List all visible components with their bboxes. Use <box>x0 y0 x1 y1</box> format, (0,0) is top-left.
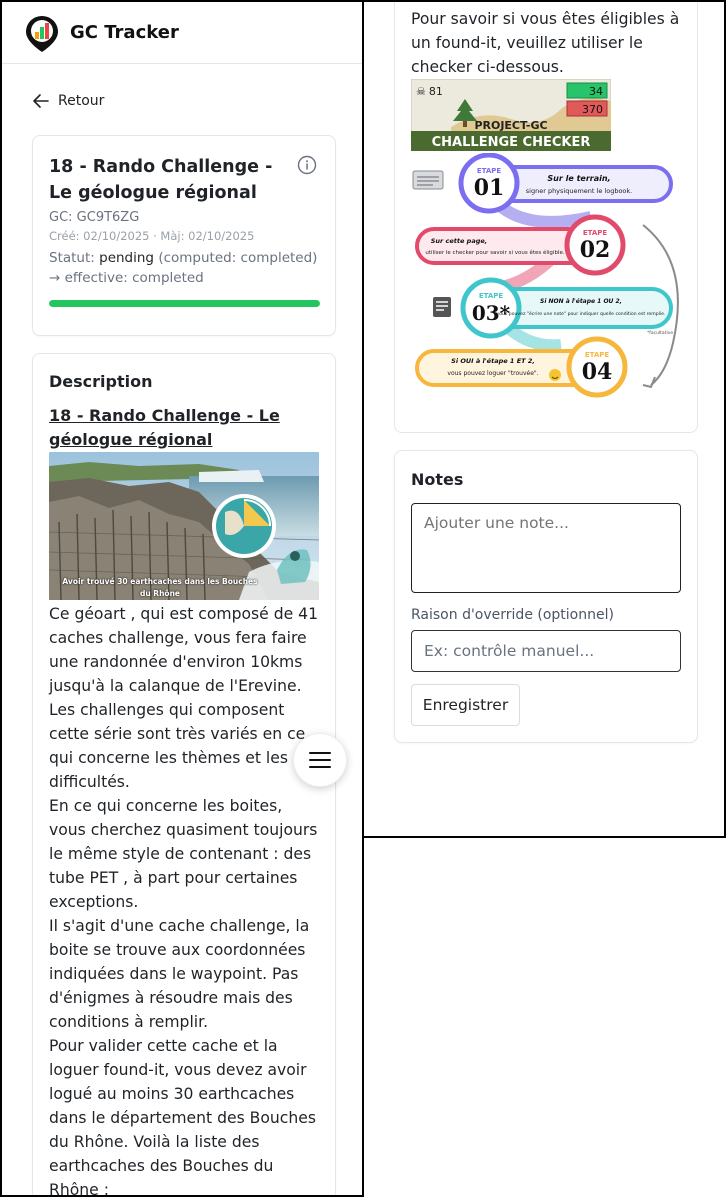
cache-title: 18 - Rando Challenge - Le géologue régio… <box>49 157 273 203</box>
step-2-tag: ETAPE <box>583 229 608 237</box>
description-heading: Description <box>49 372 153 391</box>
banner-count-left-value: 81 <box>429 85 443 98</box>
save-button[interactable]: Enregistrer <box>411 684 520 726</box>
arrow-left-icon <box>33 94 49 108</box>
description-paragraph: Pour valider cette cache et la loguer fo… <box>49 1037 316 1197</box>
step-4-num: 04 <box>582 359 613 385</box>
checker-intro: Pour savoir si vous êtes éligibles à un … <box>411 10 680 76</box>
description-paragraph: Ce géoart , qui est composé de 41 caches… <box>49 605 318 791</box>
step-1-num: 01 <box>474 175 505 201</box>
notes-heading: Notes <box>411 470 464 489</box>
step-2-text: utiliser le checker pour savoir si vous … <box>425 249 564 256</box>
hamburger-menu-icon <box>309 752 331 768</box>
step-2-num: 02 <box>580 237 611 263</box>
banner-count-left: ☠ 81 <box>416 85 443 98</box>
challenge-checker-banner[interactable]: ☠ 81 34 370 PROJECT-GC CHALLENGE CHECKER <box>410 78 612 152</box>
description-paragraph: Il s'agit d'une cache challenge, la boit… <box>49 917 310 1031</box>
checker-steps-diagram: ETAPE 01 Sur le terrain, signer physique… <box>411 152 687 419</box>
info-icon[interactable] <box>297 155 317 175</box>
note-textarea[interactable] <box>411 503 681 593</box>
banner-label: CHALLENGE CHECKER <box>432 135 591 150</box>
description-body: 18 - Rando Challenge - Le géologue régio… <box>49 404 323 1197</box>
progress-fill <box>49 300 320 307</box>
step-1-tag: ETAPE <box>477 167 502 175</box>
step-3-text-bold: Si NON à l'étape 1 OU 2, <box>540 298 622 305</box>
status-value: pending <box>99 250 155 266</box>
status-progress-bar <box>49 300 320 307</box>
banner-brand: PROJECT-GC <box>474 119 547 132</box>
menu-fab-button[interactable] <box>293 733 347 787</box>
app-header: GC Tracker <box>2 2 362 64</box>
description-card-continued: Pour savoir si vous êtes éligibles à un … <box>394 2 698 433</box>
gc-code: GC: GC9T6ZG <box>49 210 140 225</box>
app-title: GC Tracker <box>70 22 179 43</box>
banner-count-red: 370 <box>582 103 603 116</box>
mobile-view-primary: GC Tracker Retour 18 - Rando Challenge -… <box>0 0 364 1197</box>
banner-caption-line2: du Rhône <box>139 589 180 598</box>
banner-count-green: 34 <box>589 85 603 98</box>
back-link[interactable]: Retour <box>32 92 104 110</box>
description-text: Ce géoart , qui est composé de 41 caches… <box>49 602 323 1197</box>
status-label: Statut: <box>49 250 95 266</box>
cache-summary-card: 18 - Rando Challenge - Le géologue régio… <box>32 135 336 336</box>
step-3-footnote: *facultative <box>647 330 673 336</box>
step-2-text-bold: Sur cette page, <box>431 237 488 245</box>
override-label: Raison d'override (optionnel) <box>411 607 614 623</box>
steps-illustration: ETAPE 01 Sur le terrain, signer physique… <box>412 152 679 398</box>
step-3-tag: ETAPE <box>479 292 504 300</box>
description-card: Description 18 - Rando Challenge - Le gé… <box>32 353 336 1197</box>
dates: Créé: 02/10/2025 · Màj: 02/10/2025 <box>49 229 255 243</box>
step-4-tag: ETAPE <box>585 351 610 359</box>
geoart-banner-image: Avoir trouvé 30 earthcaches dans les Bou… <box>49 452 319 600</box>
back-label: Retour <box>58 93 105 109</box>
banner-caption-line1: Avoir trouvé 30 earthcaches dans les Bou… <box>62 577 258 586</box>
step-1-text: signer physiquement le logbook. <box>526 187 632 195</box>
description-paragraph: En ce qui concerne les boites, vous cher… <box>49 797 318 911</box>
banner-caption: Avoir trouvé 30 earthcaches dans les Bou… <box>55 576 265 600</box>
notes-card: Notes Raison d'override (optionnel) Enre… <box>394 450 698 743</box>
description-title-link[interactable]: 18 - Rando Challenge - Le géologue régio… <box>49 404 323 452</box>
override-reason-input[interactable] <box>411 630 681 672</box>
checker-banner-graphic: ☠ 81 34 370 PROJECT-GC CHALLENGE CHECKER <box>410 78 612 152</box>
app-logo-icon[interactable] <box>24 14 60 54</box>
step-3-text: vous pouvez "écrire une note" pour indiq… <box>497 310 666 317</box>
status-line: Statut: pending (computed: completed) → … <box>49 248 321 288</box>
mobile-view-scrolled: Pour savoir si vous êtes éligibles à un … <box>362 0 726 838</box>
step-4-text: vous pouvez loguer "trouvée". <box>447 370 538 377</box>
step-4-text-bold: Si OUI à l'étape 1 ET 2, <box>451 357 535 365</box>
step-1-text-bold: Sur le terrain, <box>547 174 610 183</box>
